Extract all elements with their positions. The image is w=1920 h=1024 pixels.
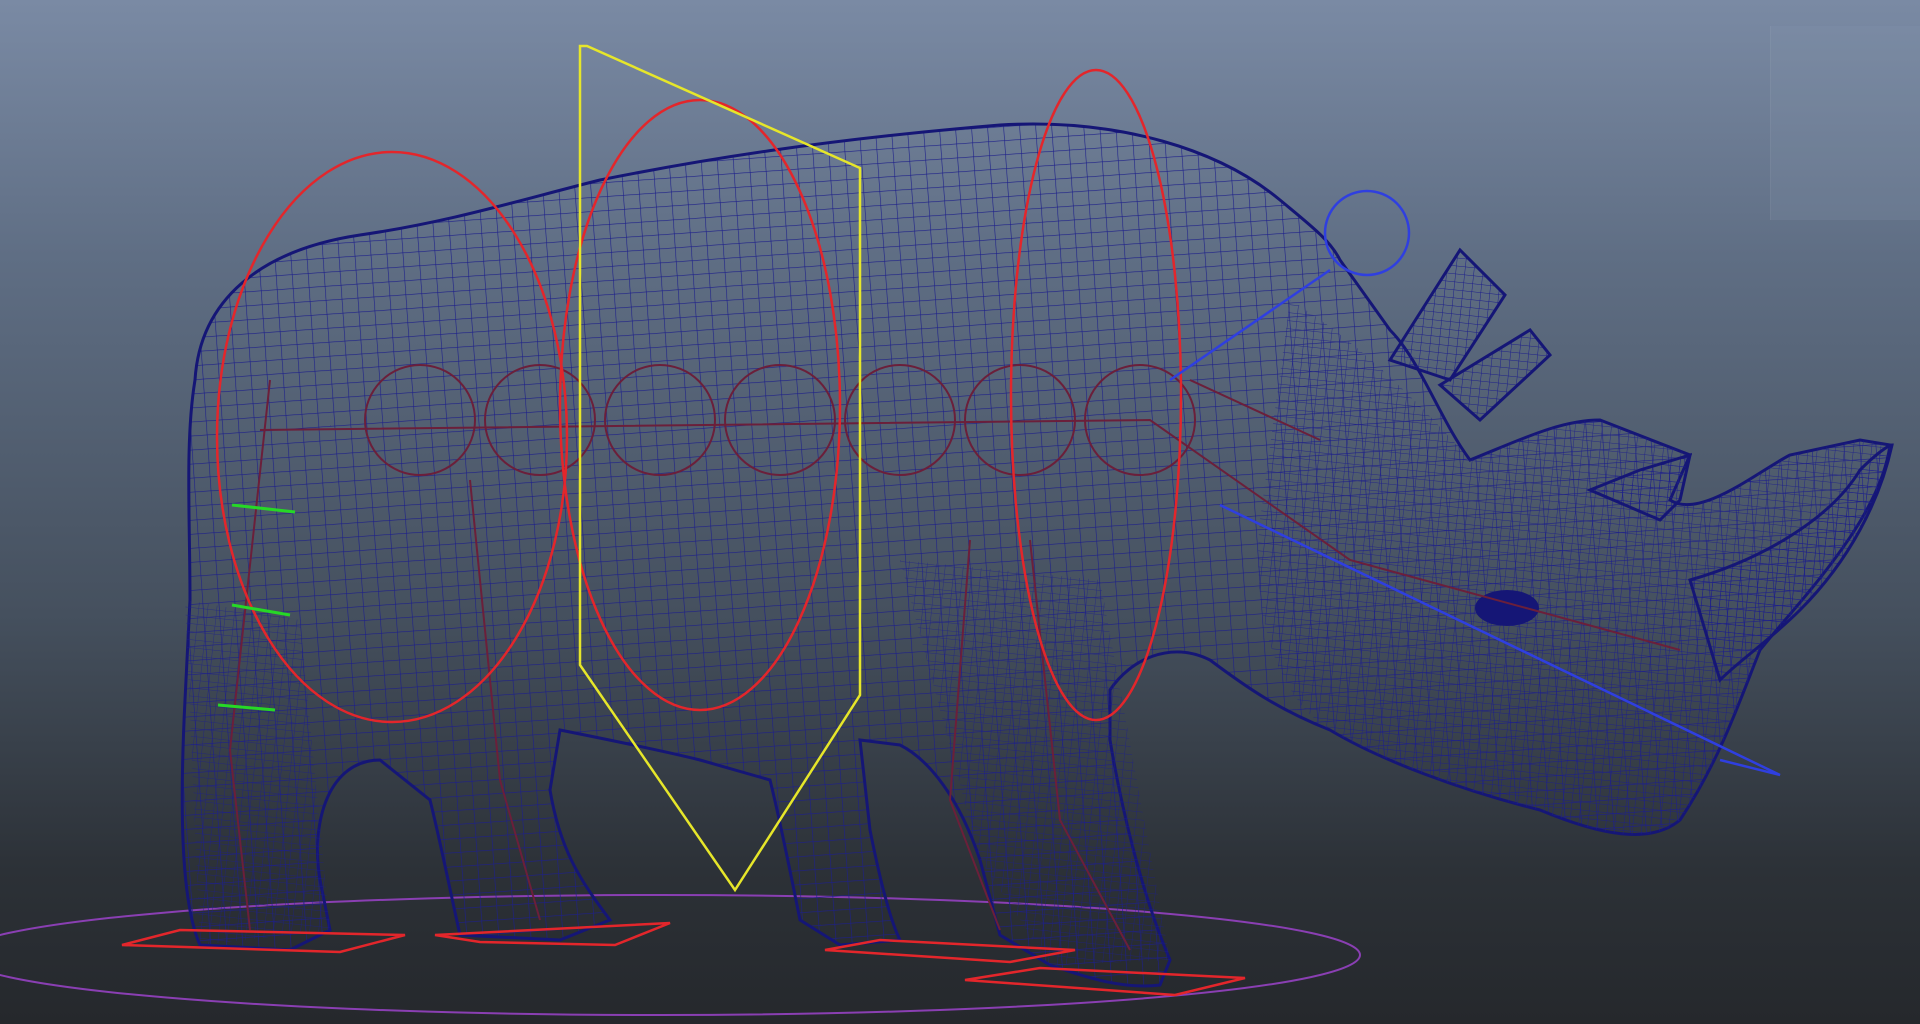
3d-viewport[interactable]	[0, 0, 1920, 1024]
viewport-hud-panel	[1770, 26, 1920, 220]
rhino-mesh[interactable]	[180, 122, 1894, 988]
head-aim-circle[interactable]	[1323, 189, 1411, 277]
scene-canvas[interactable]	[0, 0, 1920, 1024]
